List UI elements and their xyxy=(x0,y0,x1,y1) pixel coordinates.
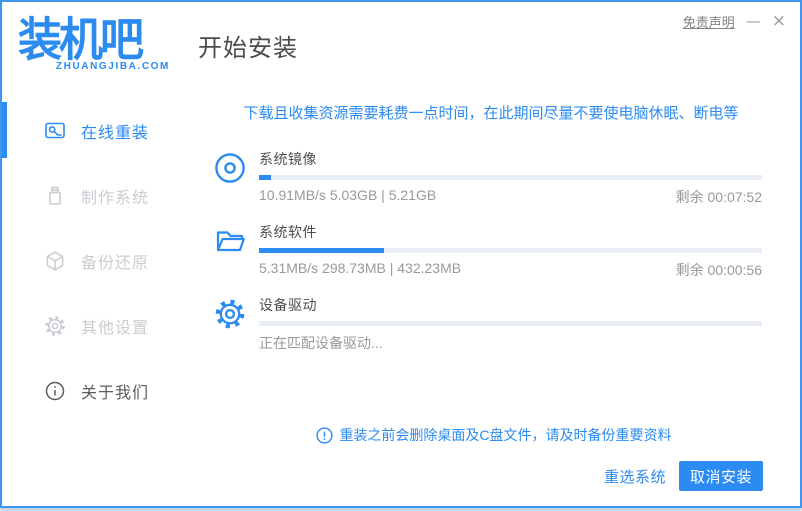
download-notice: 下载且收集资源需要耗费一点时间，在此期间尽量不要使电脑休眠、断电等 xyxy=(243,105,739,122)
task-speed-size: 5.31MB/s 298.73MB | 432.23MB xyxy=(259,260,462,276)
backup-box-icon xyxy=(46,250,64,271)
footer-actions: 重选系统 取消安装 xyxy=(604,461,763,491)
task-remaining: 剩余 00:00:56 xyxy=(675,262,762,278)
sidebar-item-label: 其他设置 xyxy=(81,319,150,337)
sidebar-item-about-us[interactable]: 关于我们 xyxy=(2,358,188,423)
sidebar-item-label: 在线重装 xyxy=(81,124,150,142)
disc-icon xyxy=(215,153,245,183)
disclaimer-link[interactable]: 免责声明 xyxy=(683,12,735,31)
backup-warning: 重装之前会删除桌面及C盘文件，请及时备份重要资料 xyxy=(188,425,800,445)
sidebar-item-online-reinstall[interactable]: 在线重装 xyxy=(2,98,188,163)
backup-warning-text: 重装之前会删除桌面及C盘文件，请及时备份重要资料 xyxy=(339,427,672,443)
task-device-driver: 设备驱动 正在匹配设备驱动... xyxy=(214,295,762,353)
info-icon xyxy=(45,381,65,400)
task-list: 系统镜像 10.91MB/s 5.03GB | 5.21GB 剩余 00:07:… xyxy=(188,149,800,353)
cancel-install-button[interactable]: 取消安装 xyxy=(679,461,763,491)
progress-fill xyxy=(259,248,384,253)
progress-bar xyxy=(259,248,762,253)
app-window: 免责声明 — × 装机吧 ZHUANGJIBA.COM 开始安装 在线重装 制作… xyxy=(0,0,802,508)
main-panel: 下载且收集资源需要耗费一点时间，在此期间尽量不要使电脑休眠、断电等 系统镜像 1… xyxy=(188,88,800,506)
minimize-icon[interactable]: — xyxy=(746,14,761,29)
sidebar-item-make-system[interactable]: 制作系统 xyxy=(2,163,188,228)
sidebar-item-other-settings[interactable]: 其他设置 xyxy=(2,293,188,358)
monitor-reinstall-icon xyxy=(45,122,65,138)
logo-title: 装机吧 xyxy=(18,15,144,66)
gear-icon xyxy=(45,315,65,336)
task-title: 系统软件 xyxy=(259,224,317,240)
exclamation-circle-icon xyxy=(316,426,334,444)
task-title: 系统镜像 xyxy=(259,151,317,167)
task-system-software: 系统软件 5.31MB/s 298.73MB | 432.23MB 剩余 00:… xyxy=(214,222,762,280)
close-icon[interactable]: × xyxy=(772,13,786,30)
app-logo: 装机吧 ZHUANGJIBA.COM xyxy=(18,15,170,72)
task-system-image: 系统镜像 10.91MB/s 5.03GB | 5.21GB 剩余 00:07:… xyxy=(214,149,762,207)
page-title: 开始安装 xyxy=(198,34,298,62)
sidebar-item-label: 关于我们 xyxy=(81,384,150,402)
task-title: 设备驱动 xyxy=(259,297,317,313)
task-status: 正在匹配设备驱动... xyxy=(259,335,383,351)
sidebar-item-backup-restore[interactable]: 备份还原 xyxy=(2,228,188,293)
task-remaining: 剩余 00:07:52 xyxy=(675,189,762,205)
sidebar: 在线重装 制作系统 备份还原 其他设置 关于我们 xyxy=(2,98,188,423)
reselect-system-link[interactable]: 重选系统 xyxy=(604,466,666,487)
task-speed-size: 10.91MB/s 5.03GB | 5.21GB xyxy=(259,187,437,203)
gear-icon xyxy=(215,299,245,329)
header: 装机吧 ZHUANGJIBA.COM 开始安装 xyxy=(2,2,800,88)
progress-bar xyxy=(259,321,762,326)
progress-fill xyxy=(259,175,272,180)
sidebar-item-label: 备份还原 xyxy=(81,254,150,272)
progress-bar xyxy=(259,175,762,180)
usb-icon xyxy=(49,186,61,205)
titlebar-controls: 免责声明 — × xyxy=(683,12,786,31)
sidebar-item-label: 制作系统 xyxy=(81,189,150,207)
folder-icon xyxy=(216,231,245,252)
